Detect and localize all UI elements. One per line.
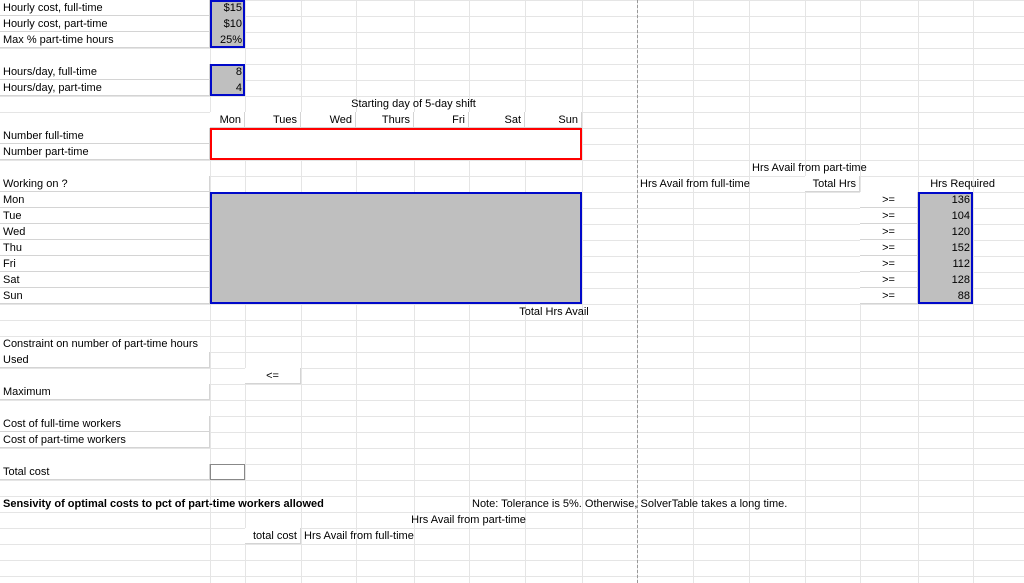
spreadsheet[interactable]: // drawn after data loads below Hourly c… [0, 0, 1024, 583]
gte-1[interactable]: >= [860, 208, 918, 224]
val-hourly-ft[interactable]: $15 [210, 0, 245, 16]
label-hrs-required: Hrs Required [918, 176, 998, 192]
label-starting: Starting day of 5-day shift [301, 96, 526, 112]
input-number-range[interactable] [210, 128, 582, 160]
row-day-3[interactable]: Thu [0, 240, 210, 256]
val-max-pct[interactable]: 25% [210, 32, 245, 48]
label-hrsday-ft[interactable]: Hours/day, full-time [0, 64, 210, 80]
label-bottom-hrs-pt: Hrs Avail from part-time [356, 512, 581, 528]
label-sensitivity: Sensivity of optimal costs to pct of par… [0, 496, 430, 512]
val-hrsday-pt[interactable]: 4 [210, 80, 245, 96]
label-num-ft[interactable]: Number full-time [0, 128, 210, 144]
label-total-cost[interactable]: Total cost [0, 464, 210, 480]
label-max-pct[interactable]: Max % part-time hours [0, 32, 210, 48]
row-day-2[interactable]: Wed [0, 224, 210, 240]
gte-5[interactable]: >= [860, 272, 918, 288]
req-5[interactable]: 128 [918, 272, 973, 288]
label-constraint: Constraint on number of part-time hours [0, 336, 300, 352]
label-used[interactable]: Used [0, 352, 210, 368]
hdr-day-3[interactable]: Thurs [356, 112, 414, 128]
label-hourly-ft[interactable]: Hourly cost, full-time [0, 0, 210, 16]
row-day-5[interactable]: Sat [0, 272, 210, 288]
label-bottom-hrs-ft: Hrs Avail from full-time [301, 528, 526, 544]
total-cost-cell[interactable] [210, 464, 245, 480]
hdr-day-4[interactable]: Fri [414, 112, 469, 128]
req-4[interactable]: 112 [918, 256, 973, 272]
label-hourly-pt[interactable]: Hourly cost, part-time [0, 16, 210, 32]
req-6[interactable]: 88 [918, 288, 973, 304]
label-maximum[interactable]: Maximum [0, 384, 210, 400]
req-1[interactable]: 104 [918, 208, 973, 224]
label-working-on[interactable]: Working on ? [0, 176, 210, 192]
label-total-hrs: Total Hrs [805, 176, 860, 192]
req-0[interactable]: 136 [918, 192, 973, 208]
matrix-working[interactable] [210, 192, 582, 304]
req-2[interactable]: 120 [918, 224, 973, 240]
label-lte[interactable]: <= [245, 368, 301, 384]
gte-4[interactable]: >= [860, 256, 918, 272]
label-hrsday-pt[interactable]: Hours/day, part-time [0, 80, 210, 96]
hdr-day-5[interactable]: Sat [469, 112, 525, 128]
hdr-day-2[interactable]: Wed [301, 112, 356, 128]
val-hrsday-ft[interactable]: 8 [210, 64, 245, 80]
hdr-day-0[interactable]: Mon [210, 112, 245, 128]
hdr-day-6[interactable]: Sun [525, 112, 582, 128]
label-hrs-avail-ft: Hrs Avail from full-time [637, 176, 807, 192]
gte-6[interactable]: >= [860, 288, 918, 304]
row-day-1[interactable]: Tue [0, 208, 210, 224]
req-3[interactable]: 152 [918, 240, 973, 256]
label-hrs-avail-pt: Hrs Avail from part-time [749, 160, 929, 176]
label-note: Note: Tolerance is 5%. Otherwise, Solver… [469, 496, 969, 512]
label-cost-pt[interactable]: Cost of part-time workers [0, 432, 210, 448]
gte-3[interactable]: >= [860, 240, 918, 256]
label-total-hrs-avail: Total Hrs Avail [469, 304, 639, 320]
row-day-6[interactable]: Sun [0, 288, 210, 304]
gte-2[interactable]: >= [860, 224, 918, 240]
row-day-0[interactable]: Mon [0, 192, 210, 208]
label-cost-ft[interactable]: Cost of full-time workers [0, 416, 210, 432]
gte-0[interactable]: >= [860, 192, 918, 208]
label-bottom-total-cost[interactable]: total cost [245, 528, 301, 544]
val-hourly-pt[interactable]: $10 [210, 16, 245, 32]
hdr-day-1[interactable]: Tues [245, 112, 301, 128]
row-day-4[interactable]: Fri [0, 256, 210, 272]
label-num-pt[interactable]: Number part-time [0, 144, 210, 160]
